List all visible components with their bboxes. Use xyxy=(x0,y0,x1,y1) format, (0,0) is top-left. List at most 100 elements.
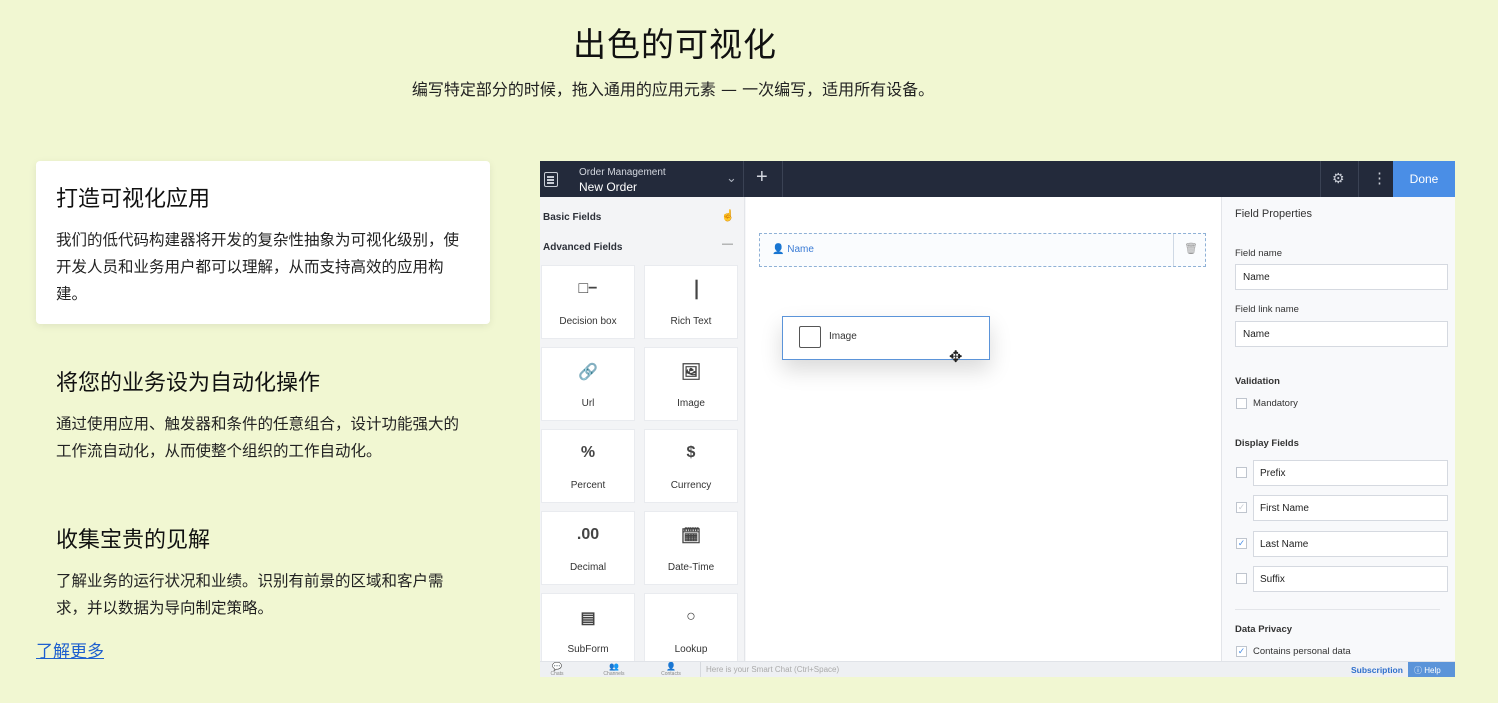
tile-label: Decimal xyxy=(569,562,607,573)
field-tile-currency[interactable]: $ Currency xyxy=(644,429,738,503)
builder-topbar: Order Management New Order ⌄ + ⚙ ⋮ Done xyxy=(540,161,1455,197)
chevron-down-icon[interactable]: ⌄ xyxy=(726,170,737,186)
image-icon: 🖼 xyxy=(680,364,702,381)
last-name-field[interactable]: Last Name xyxy=(1253,531,1448,557)
feature-card-automation[interactable]: 将您的业务设为自动化操作 通过使用应用、触发器和条件的任意组合，设计功能强大的工… xyxy=(36,345,490,483)
properties-title: Field Properties xyxy=(1235,208,1313,220)
subform-icon: ▤ xyxy=(580,610,596,627)
move-cursor-icon: ✥ xyxy=(949,349,963,366)
last-name-checkbox[interactable]: ✓ xyxy=(1236,538,1247,549)
learn-more-link[interactable]: 了解更多 xyxy=(36,637,104,662)
chats-tab[interactable]: 💬 Chats xyxy=(540,662,577,678)
name-field-row[interactable]: 👤 Name 🗑 xyxy=(759,233,1206,267)
validation-header: Validation xyxy=(1235,376,1280,387)
form-list-icon[interactable] xyxy=(544,172,558,187)
decision-box-icon: □− xyxy=(578,280,598,297)
field-tile-decision-box[interactable]: □− Decision box xyxy=(541,265,635,339)
pointer-cursor-icon: ☝ xyxy=(721,210,735,222)
tile-label: Percent xyxy=(570,480,606,491)
bottom-bar: 💬 Chats 👥 Channels 👤 Contacts Here is your … xyxy=(540,661,1455,677)
divider xyxy=(1173,234,1174,266)
done-button[interactable]: Done xyxy=(1393,161,1455,197)
prefix-checkbox[interactable] xyxy=(1236,467,1247,478)
tile-label: SubForm xyxy=(567,644,609,655)
contact-icon: 👤 xyxy=(666,662,676,671)
field-tile-subform[interactable]: ▤ SubForm xyxy=(541,593,635,667)
feature-title: 收集宝贵的见解 xyxy=(56,528,211,553)
collapse-icon[interactable]: — xyxy=(722,238,733,250)
chat-icon: 💬 xyxy=(552,662,562,671)
feature-text: 了解业务的运行状况和业绩。识别有前景的区域和客户需求，并以数据为导向制定策略。 xyxy=(56,572,444,617)
gear-icon[interactable]: ⚙ xyxy=(1332,170,1345,187)
tile-label: Currency xyxy=(670,480,712,491)
field-properties-panel: Field Properties Field name Name Field l… xyxy=(1221,197,1455,661)
personal-data-checkbox[interactable]: ✓ xyxy=(1236,646,1247,657)
trash-icon[interactable]: 🗑 xyxy=(1184,242,1198,255)
mandatory-label: Mandatory xyxy=(1253,398,1298,409)
decimal-icon: .00 xyxy=(576,526,600,543)
subscription-link[interactable]: Subscription xyxy=(1351,665,1403,675)
prefix-field[interactable]: Prefix xyxy=(1253,460,1448,486)
form-canvas[interactable]: 👤 Name 🗑 Image ✥ xyxy=(746,197,1221,661)
display-fields-header: Display Fields xyxy=(1235,438,1299,449)
feature-title: 将您的业务设为自动化操作 xyxy=(56,371,321,396)
field-tile-lookup[interactable]: ○ Lookup xyxy=(644,593,738,667)
divider xyxy=(782,161,783,197)
field-tile-rich-text[interactable]: ▕ Rich Text xyxy=(644,265,738,339)
contacts-tab[interactable]: 👤 Contacts xyxy=(651,662,691,678)
image-icon xyxy=(799,326,821,348)
calendar-clock-icon: 🗓 xyxy=(680,528,702,545)
help-icon: ⓘ xyxy=(1414,666,1425,675)
dragged-image-field[interactable]: Image ✥ xyxy=(782,316,990,366)
field-tile-percent[interactable]: % Percent xyxy=(541,429,635,503)
percent-icon: % xyxy=(580,444,596,461)
form-name: New Order xyxy=(579,180,638,194)
field-name-label: Field name xyxy=(1235,248,1282,259)
dragged-field-label: Image xyxy=(829,331,857,342)
feature-card-visual-apps[interactable]: 打造可视化应用 我们的低代码构建器将开发的复杂性抽象为可视化级别，使开发人员和业… xyxy=(36,161,490,324)
page-subtitle: 编写特定部分的时候，拖入通用的应用元素 — 一次编写，适用所有设备。 xyxy=(411,80,935,99)
personal-data-label: Contains personal data xyxy=(1253,646,1351,657)
smart-chat-input[interactable]: Here is your Smart Chat (Ctrl+Space) xyxy=(700,662,1350,677)
more-options-icon[interactable]: ⋮ xyxy=(1372,169,1387,187)
tile-label: Image xyxy=(677,398,705,409)
tile-label: Rich Text xyxy=(670,316,712,327)
advanced-fields-header[interactable]: Advanced Fields xyxy=(543,242,622,253)
first-name-checkbox[interactable]: ✓ xyxy=(1236,502,1247,513)
first-name-field[interactable]: First Name xyxy=(1253,495,1448,521)
feature-text: 我们的低代码构建器将开发的复杂性抽象为可视化级别，使开发人员和业务用户都可以理解… xyxy=(56,231,460,303)
rich-text-icon: ▕ xyxy=(684,282,698,299)
basic-fields-header[interactable]: Basic Fields xyxy=(543,212,601,223)
page-title: 出色的可视化 xyxy=(573,25,777,64)
suffix-checkbox[interactable] xyxy=(1236,573,1247,584)
field-name-input[interactable]: Name xyxy=(1235,264,1448,290)
dollar-icon: $ xyxy=(686,444,696,461)
tile-label: Lookup xyxy=(674,644,708,655)
add-form-icon[interactable]: + xyxy=(756,166,768,189)
divider xyxy=(743,161,744,197)
field-tile-image[interactable]: 🖼 Image xyxy=(644,347,738,421)
channels-tab[interactable]: 👥 Channels xyxy=(594,662,634,678)
feature-title: 打造可视化应用 xyxy=(56,187,211,212)
name-field-label: 👤 Name xyxy=(772,244,814,255)
feature-card-insights[interactable]: 收集宝贵的见解 了解业务的运行状况和业绩。识别有前景的区域和客户需求，并以数据为… xyxy=(36,502,490,640)
search-icon: ○ xyxy=(686,608,696,625)
data-privacy-header: Data Privacy xyxy=(1235,624,1293,635)
field-tile-decimal[interactable]: .00 Decimal xyxy=(541,511,635,585)
tile-label: Url xyxy=(581,398,595,409)
divider xyxy=(1320,161,1321,197)
tile-label: Date-Time xyxy=(667,562,715,573)
divider xyxy=(1358,161,1359,197)
feature-text: 通过使用应用、触发器和条件的任意组合，设计功能强大的工作流自动化，从而使整个组织… xyxy=(56,415,460,460)
help-button[interactable]: ⓘ Help xyxy=(1408,662,1455,677)
field-tile-date-time[interactable]: 🗓 Date-Time xyxy=(644,511,738,585)
mandatory-checkbox[interactable] xyxy=(1236,398,1247,409)
channels-icon: 👥 xyxy=(609,662,619,671)
link-icon: 🔗 xyxy=(578,364,598,381)
field-link-name-input[interactable]: Name xyxy=(1235,321,1448,347)
app-name: Order Management xyxy=(579,167,666,178)
divider xyxy=(1235,609,1440,610)
field-tile-url[interactable]: 🔗 Url xyxy=(541,347,635,421)
suffix-field[interactable]: Suffix xyxy=(1253,566,1448,592)
app-builder-screenshot: Order Management New Order ⌄ + ⚙ ⋮ Done … xyxy=(540,161,1455,677)
